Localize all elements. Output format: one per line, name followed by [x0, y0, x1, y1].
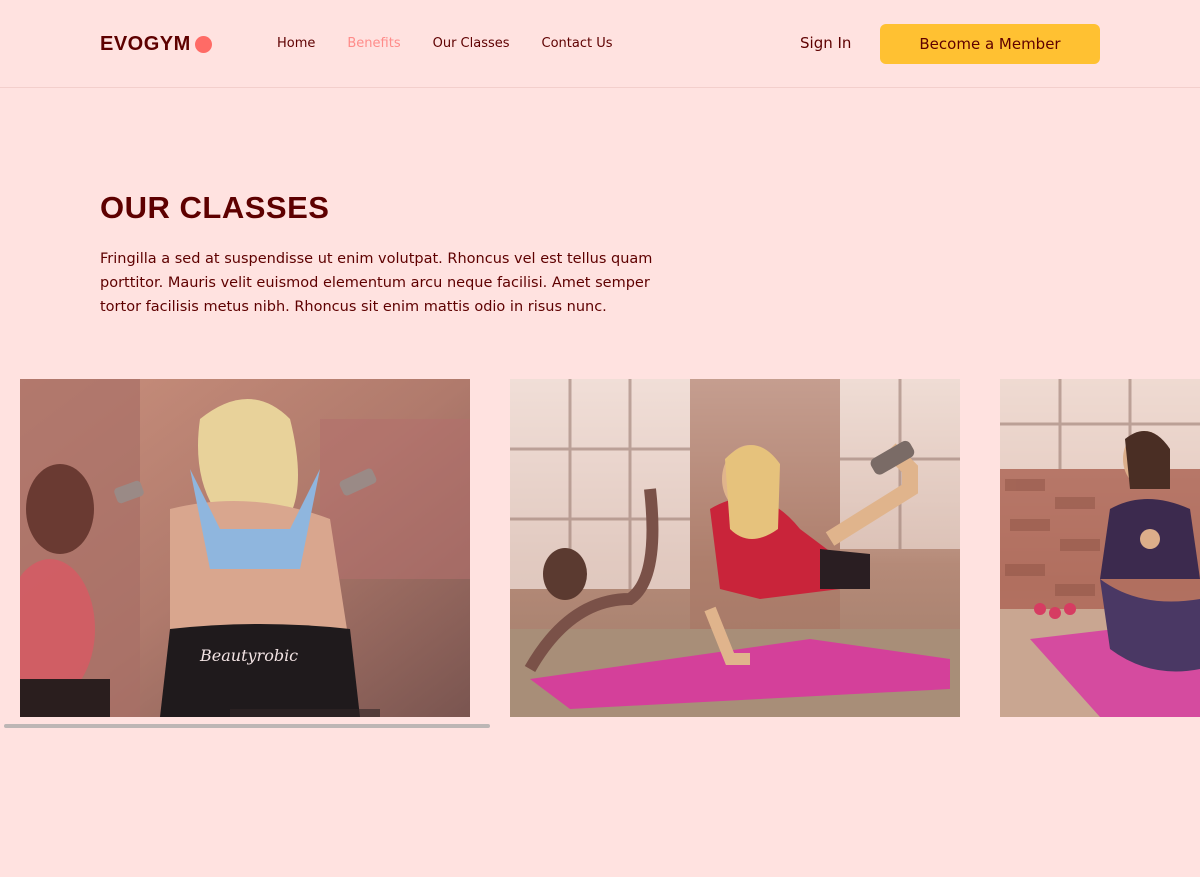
- navbar: EVOGYM Home Benefits Our Classes Contact…: [0, 0, 1200, 88]
- logo-text: EVOGYM: [100, 33, 191, 55]
- scrollbar-thumb[interactable]: [4, 724, 490, 728]
- woman-lifting-dumbbells-photo: Beautyrobic: [20, 379, 470, 717]
- nav-links: Home Benefits Our Classes Contact Us: [277, 36, 613, 51]
- horizontal-scrollbar[interactable]: [0, 723, 1200, 729]
- woman-stretching-on-mat-photo: [1000, 379, 1200, 717]
- section-description: Fringilla a sed at suspendisse ut enim v…: [100, 251, 653, 315]
- women-exercising-on-mats-photo: [510, 379, 960, 717]
- nav-link-home[interactable]: Home: [277, 36, 315, 51]
- nav-link-our-classes[interactable]: Our Classes: [433, 36, 510, 51]
- class-card-3[interactable]: [1000, 379, 1200, 717]
- nav-link-benefits[interactable]: Benefits: [347, 36, 400, 51]
- nav-link-contact-us[interactable]: Contact Us: [542, 36, 613, 51]
- logo-dot-icon: [194, 36, 212, 53]
- svg-text:Beautyrobic: Beautyrobic: [199, 646, 298, 665]
- section-title: OUR CLASSES: [100, 190, 330, 225]
- sign-in-link[interactable]: Sign In: [800, 34, 851, 52]
- class-card-2[interactable]: [510, 379, 960, 717]
- logo[interactable]: EVOGYM: [100, 33, 212, 56]
- class-card-1[interactable]: Beautyrobic: [20, 379, 470, 717]
- become-member-button[interactable]: Become a Member: [880, 24, 1100, 64]
